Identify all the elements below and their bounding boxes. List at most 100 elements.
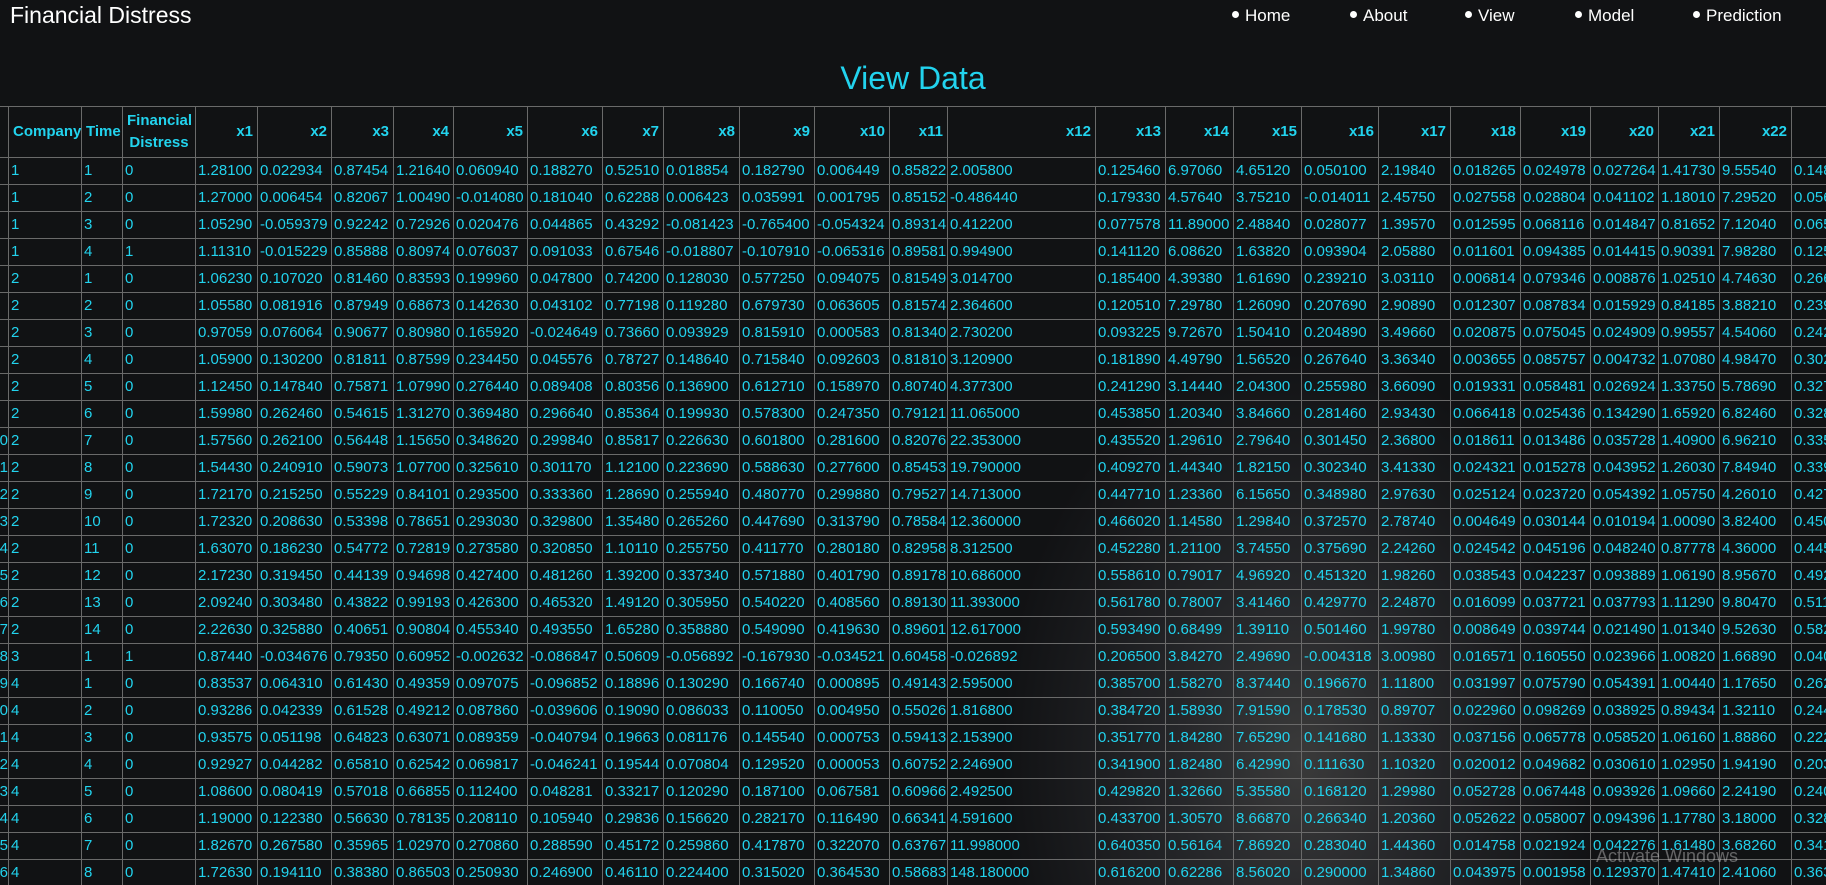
table-cell: 1.63070: [195, 535, 258, 563]
table-cell: 5: [0, 832, 9, 860]
table-cell: 0.141680: [1301, 724, 1379, 752]
table-cell: 0.136900: [663, 373, 740, 401]
table-cell: 0.61430: [331, 670, 394, 698]
column-header-x19: x19: [1520, 106, 1591, 158]
table-cell: 0.19090: [602, 697, 664, 725]
table-cell: 0.052728: [1450, 778, 1521, 806]
table-cell: 0.401790: [814, 562, 890, 590]
table-cell: 0.014758: [1450, 832, 1521, 860]
table-cell: 0: [122, 832, 196, 860]
table-cell: 0.19544: [602, 751, 664, 779]
table-row: 2 2 0 1.05580 0.081916 0.87949 0.68673 0.142630…: [0, 292, 1826, 320]
table-cell: 0.452280: [1095, 535, 1166, 563]
table-cell: 0.79527: [889, 481, 948, 509]
table-cell: 1: [81, 670, 123, 698]
table-cell: 1.28100: [195, 157, 258, 185]
table-row: 0 4 2 0 0.93286 0.042339 0.61528 0.49212 0.08786…: [0, 697, 1826, 725]
table-cell: 0.60752: [889, 751, 948, 779]
table-cell: 0: [122, 373, 196, 401]
nav-home[interactable]: Home: [1232, 6, 1290, 26]
table-cell: 0.433700: [1095, 805, 1166, 833]
table-cell: 0.187100: [739, 778, 815, 806]
table-cell: 8.66870: [1233, 805, 1302, 833]
table-cell: 0.815910: [739, 319, 815, 347]
table-cell: 6.15650: [1233, 481, 1302, 509]
table-cell: 0.55229: [331, 481, 394, 509]
table-cell: 0.68673: [393, 292, 454, 320]
column-header-x15: x15: [1233, 106, 1302, 158]
table-cell: 0.037793: [1590, 589, 1659, 617]
table-cell: 0.234450: [453, 346, 528, 374]
table-cell: 0.447710: [1095, 481, 1166, 509]
table-cell: 0.194110: [257, 859, 332, 885]
column-header-x13: x13: [1095, 106, 1166, 158]
table-cell: 0.111630: [1301, 751, 1379, 779]
table-cell: 0.020476: [453, 211, 528, 239]
table-cell: 0: [0, 697, 9, 725]
brand-title[interactable]: Financial Distress: [10, 2, 192, 29]
table-cell: 0.000053: [814, 751, 890, 779]
table-cell: 0.319450: [257, 562, 332, 590]
table-cell: 0.455340: [453, 616, 528, 644]
table-cell: 1.39200: [602, 562, 664, 590]
nav-model[interactable]: Model: [1575, 6, 1634, 26]
table-cell: 0.616200: [1095, 859, 1166, 885]
data-table-container[interactable]: Company Time Financial Distress x1 x2 x3 x4 x5 x…: [0, 106, 1826, 885]
table-cell: 1: [0, 454, 9, 482]
column-header-x22: x22: [1719, 106, 1792, 158]
table-cell: 1.11290: [1658, 589, 1720, 617]
table-cell: 0.348620: [453, 427, 528, 455]
table-cell: 1.94190: [1719, 751, 1792, 779]
table-cell: 1.32110: [1719, 697, 1792, 725]
table-cell: 4.96920: [1233, 562, 1302, 590]
table-cell: 2.79640: [1233, 427, 1302, 455]
table-cell: 0.80974: [393, 238, 454, 266]
table-cell: 8.56020: [1233, 859, 1302, 885]
table-cell: 0.283040: [1301, 832, 1379, 860]
column-header-x6: x6: [527, 106, 603, 158]
table-cell: -0.096852: [527, 670, 603, 698]
table-cell: 12.617000: [947, 616, 1096, 644]
table-cell: 3: [0, 508, 9, 536]
nav-view[interactable]: View: [1465, 6, 1515, 26]
table-cell: 6: [0, 589, 9, 617]
table-cell: 0.59073: [331, 454, 394, 482]
table-cell: 3.84270: [1165, 643, 1234, 671]
table-cell: 0.451320: [1301, 562, 1379, 590]
table-cell: 3.74550: [1233, 535, 1302, 563]
table-cell: 0.328300: [1791, 805, 1826, 833]
table-cell: 0.030144: [1520, 508, 1591, 536]
table-cell: 0.282170: [739, 805, 815, 833]
nav-about[interactable]: About: [1350, 6, 1407, 26]
table-cell: -0.034676: [257, 643, 332, 671]
table-cell: 0.077578: [1095, 211, 1166, 239]
table-cell: [0, 346, 9, 374]
table-cell: 0.181890: [1095, 346, 1166, 374]
table-cell: 1.02970: [393, 832, 454, 860]
column-header-x8: x8: [663, 106, 740, 158]
table-cell: -0.167930: [739, 643, 815, 671]
table-cell: 0.87599: [393, 346, 454, 374]
table-cell: 2: [8, 265, 82, 293]
table-cell: -0.054324: [814, 211, 890, 239]
table-cell: 0.83537: [195, 670, 258, 698]
table-cell: 2.45750: [1378, 184, 1451, 212]
table-row: 5 2 12 0 2.17230 0.319450 0.44139 0.94698 0.4274…: [0, 562, 1826, 590]
table-cell: 0.419630: [814, 616, 890, 644]
table-cell: 0.408560: [814, 589, 890, 617]
column-header-x20: x20: [1590, 106, 1659, 158]
table-cell: 0.59413: [889, 724, 948, 752]
table-cell: 0.417870: [739, 832, 815, 860]
table-cell: 1.98260: [1378, 562, 1451, 590]
table-cell: 0.63767: [889, 832, 948, 860]
table-cell: 6.82460: [1719, 400, 1792, 428]
table-cell: 1.44360: [1378, 832, 1451, 860]
table-cell: 3.49660: [1378, 319, 1451, 347]
nav-prediction[interactable]: Prediction: [1693, 6, 1782, 26]
table-cell: 0.427400: [453, 562, 528, 590]
table-cell: 4: [8, 832, 82, 860]
table-cell: 4.65120: [1233, 157, 1302, 185]
table-cell: 0: [0, 427, 9, 455]
table-cell: 0.77198: [602, 292, 664, 320]
table-cell: 3.41330: [1378, 454, 1451, 482]
